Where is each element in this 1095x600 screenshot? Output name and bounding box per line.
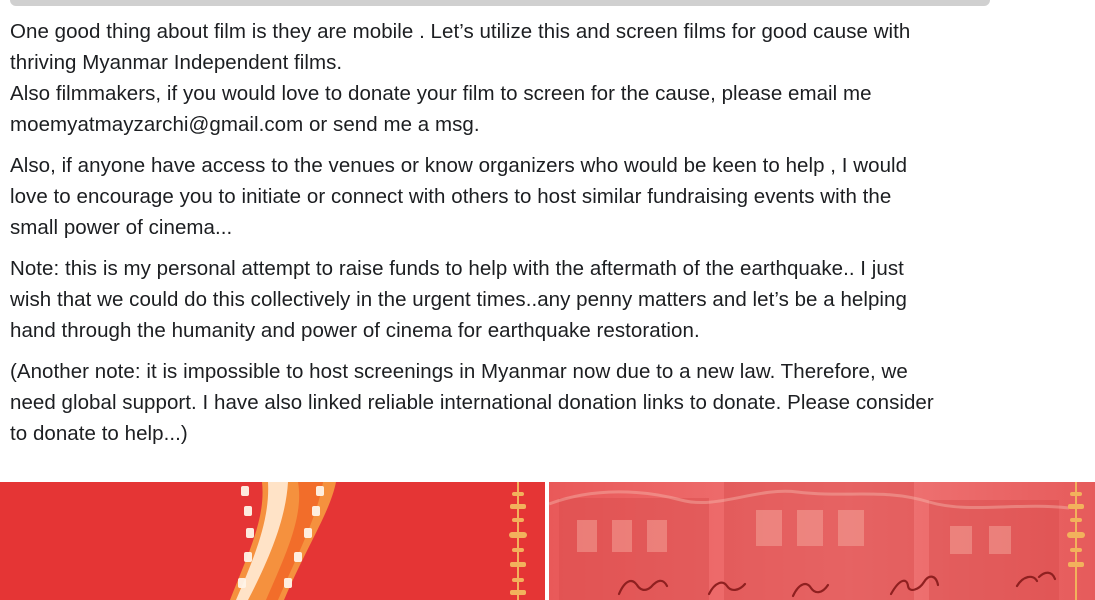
building-photo-icon	[549, 482, 1095, 600]
post-text-line: hand through the humanity and power of c…	[10, 319, 700, 342]
film-strip-icon	[0, 482, 545, 600]
post-text-line: need global support. I have also linked …	[10, 391, 934, 414]
post-paragraph-1: One good thing about film is they are mo…	[10, 16, 1085, 140]
post-paragraph-4: (Another note: it is impossible to host …	[10, 356, 1085, 449]
post-paragraph-2: Also, if anyone have access to the venue…	[10, 150, 1085, 243]
post-image-gallery	[0, 482, 1095, 600]
post-text-line: moemyatmayzarchi@gmail.com or send me a …	[10, 113, 480, 136]
post-text-line: love to encourage you to initiate or con…	[10, 185, 892, 208]
post-text-line: One good thing about film is they are mo…	[10, 20, 911, 43]
post-text-line: wish that we could do this collectively …	[10, 288, 907, 311]
post-text-line: Also filmmakers, if you would love to do…	[10, 82, 872, 105]
cut-off-text-line	[0, 0, 1095, 10]
post-text: One good thing about film is they are mo…	[10, 16, 1085, 459]
post-text-line: Note: this is my personal attempt to rai…	[10, 257, 904, 280]
post-text-line: (Another note: it is impossible to host …	[10, 360, 908, 383]
post-text-line: small power of cinema...	[10, 216, 233, 239]
post-text-line: Also, if anyone have access to the venue…	[10, 154, 908, 177]
post-text-line: to donate to help...)	[10, 422, 188, 445]
post-card: One good thing about film is they are mo…	[0, 0, 1095, 600]
post-image-right[interactable]	[549, 482, 1095, 600]
post-paragraph-3: Note: this is my personal attempt to rai…	[10, 253, 1085, 346]
post-text-line: thriving Myanmar Independent films.	[10, 51, 343, 74]
post-image-left[interactable]	[0, 482, 545, 600]
